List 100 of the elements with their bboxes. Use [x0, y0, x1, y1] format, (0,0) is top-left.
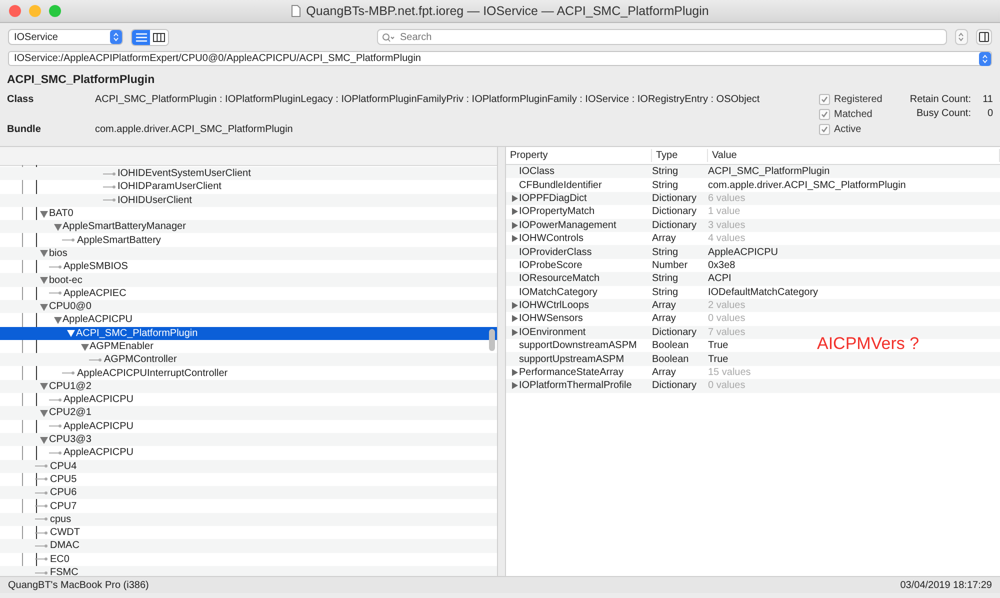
property-value: 2 values — [708, 300, 746, 312]
property-type: String — [652, 273, 678, 284]
tree-row[interactable]: CPU3@3 — [0, 432, 497, 446]
tree-row[interactable]: AppleACPICPU — [0, 420, 497, 433]
leaf-connector-icon — [102, 170, 116, 177]
property-name: supportUpstreamASPM — [518, 354, 624, 365]
tree-row[interactable]: AGPMController — [0, 353, 497, 366]
tree-row[interactable]: bios — [0, 246, 497, 260]
stepper-button[interactable] — [954, 29, 968, 45]
tree-row[interactable]: AppleACPICPU — [0, 313, 497, 327]
property-type: Boolean — [652, 340, 689, 352]
sidebar-icon — [978, 32, 989, 42]
search-icon — [382, 33, 395, 42]
tree-row[interactable]: IOHIDUserClient — [0, 194, 497, 207]
property-name: IOClass — [518, 166, 555, 178]
tree-row[interactable]: AppleACPICPUInterruptController — [0, 366, 497, 380]
scrollbar-thumb[interactable] — [489, 329, 495, 351]
leaf-connector-icon — [35, 530, 48, 536]
expanded-triangle-icon[interactable] — [67, 329, 75, 338]
search-field[interactable]: Search — [376, 29, 947, 45]
plane-popup[interactable]: IOService — [8, 29, 124, 45]
list-view-button[interactable] — [132, 30, 150, 44]
property-name: IOHWControls — [506, 233, 584, 244]
expanded-triangle-icon[interactable] — [80, 342, 88, 350]
expanded-triangle-icon[interactable] — [40, 249, 48, 258]
tree-row[interactable]: boot-ec — [0, 273, 497, 287]
property-value: 4 values — [708, 233, 746, 244]
property-type: Dictionary — [652, 220, 696, 231]
disclosure-triangle-icon[interactable] — [512, 222, 518, 229]
property-type: Array — [652, 300, 676, 312]
tree-row[interactable]: CPU5 — [0, 472, 497, 486]
tree-row[interactable]: CPU4 — [0, 460, 497, 473]
tree-row[interactable]: CPU2@1 — [0, 406, 497, 420]
disclosure-triangle-icon[interactable] — [512, 382, 518, 390]
expanded-triangle-icon[interactable] — [54, 316, 62, 324]
disclosure-triangle-icon[interactable] — [512, 302, 518, 310]
leaf-connector-icon — [35, 542, 48, 549]
expanded-triangle-icon[interactable] — [40, 210, 48, 218]
path-field[interactable]: IOService:/AppleACPIPlatformExpert/CPU0@0/AppleACPICPU/ACPI_SMC_PlatformPlugin — [8, 51, 992, 66]
property-value: com.apple.driver.ACPI_SMC_PlatformPlugin — [708, 180, 906, 191]
tree-row[interactable]: cpus — [0, 512, 497, 526]
disclosure-triangle-icon[interactable] — [512, 194, 518, 202]
tree-row[interactable]: AGPMEnabler — [0, 340, 497, 354]
property-name: IOProbeScore — [518, 260, 582, 271]
property-type: Dictionary — [652, 326, 696, 338]
property-value: 7 values — [708, 326, 746, 338]
tree-row[interactable]: ACPI_SMC_PlatformPlugin — [0, 326, 497, 340]
tree-row[interactable]: AppleSMBIOS — [0, 260, 497, 274]
count-label: Retain Count: — [908, 94, 971, 105]
tree-row[interactable]: FSMC — [0, 566, 497, 576]
class-label: Class — [7, 94, 35, 105]
leaf-connector-icon — [102, 197, 116, 204]
tree-row[interactable]: DMAC — [0, 539, 497, 553]
disclosure-triangle-icon[interactable] — [512, 208, 518, 216]
column-header[interactable]: Value — [708, 149, 1000, 162]
property-value: IODefaultMatchCategory — [708, 286, 818, 298]
tree-row[interactable]: IOHIDParamUserClient — [0, 180, 497, 194]
close-button[interactable] — [9, 5, 21, 17]
tree-row[interactable]: CPU0@0 — [0, 300, 497, 314]
expanded-triangle-icon[interactable] — [40, 382, 48, 390]
disclosure-triangle-icon[interactable] — [512, 369, 518, 376]
property-value: 15 values — [708, 367, 751, 378]
expanded-triangle-icon[interactable] — [40, 436, 48, 444]
tree-row[interactable]: AppleACPICPU — [0, 446, 497, 460]
disclosure-triangle-icon[interactable] — [512, 315, 518, 322]
tree-row[interactable]: IOHIDEventSystemUserClient — [0, 167, 497, 180]
tree-row[interactable]: CWDT — [0, 526, 497, 540]
disclosure-triangle-icon[interactable] — [512, 235, 518, 242]
tree-row[interactable]: EC0 — [0, 552, 497, 566]
tree-row[interactable]: AppleSmartBatteryManager — [0, 220, 497, 234]
annotation-text: AICPMVers ? — [817, 334, 920, 354]
tree-row[interactable]: CPU6 — [0, 486, 497, 500]
tree-row[interactable]: CPU7 — [0, 499, 497, 513]
property-value: True — [708, 354, 728, 365]
property-type: Dictionary — [652, 380, 696, 392]
leaf-connector-icon — [62, 237, 75, 244]
sidebar-toggle-button[interactable] — [976, 29, 992, 45]
leaf-connector-icon — [48, 450, 62, 456]
expanded-triangle-icon[interactable] — [54, 222, 62, 231]
expanded-triangle-icon[interactable] — [40, 302, 48, 311]
column-header[interactable]: Type — [652, 149, 708, 162]
expanded-triangle-icon[interactable] — [40, 276, 48, 284]
timestamp: 03/04/2019 18:17:29 — [900, 580, 992, 590]
property-name: IOPlatformThermalProfile — [506, 380, 632, 392]
disclosure-triangle-icon[interactable] — [512, 328, 518, 336]
tree-row[interactable]: CPU1@2 — [0, 380, 497, 394]
bundle-label: Bundle — [7, 124, 42, 135]
tree-row[interactable]: AppleACPICPU — [0, 393, 497, 406]
object-name: ACPI_SMC_PlatformPlugin — [7, 74, 155, 86]
leaf-connector-icon — [62, 370, 75, 376]
tree-row[interactable]: BAT0 — [0, 206, 497, 220]
expanded-triangle-icon[interactable] — [40, 408, 48, 417]
column-view-button[interactable] — [150, 30, 168, 44]
property-value: AppleACPICPU — [708, 246, 778, 258]
tree-row[interactable]: AppleACPIEC — [0, 286, 497, 300]
column-header[interactable]: Property — [506, 149, 652, 162]
flag-label: Active — [834, 124, 862, 135]
leaf-connector-icon — [102, 184, 116, 190]
tree-row[interactable]: AppleSmartBattery — [0, 233, 497, 247]
property-value: ACPI — [708, 273, 732, 284]
